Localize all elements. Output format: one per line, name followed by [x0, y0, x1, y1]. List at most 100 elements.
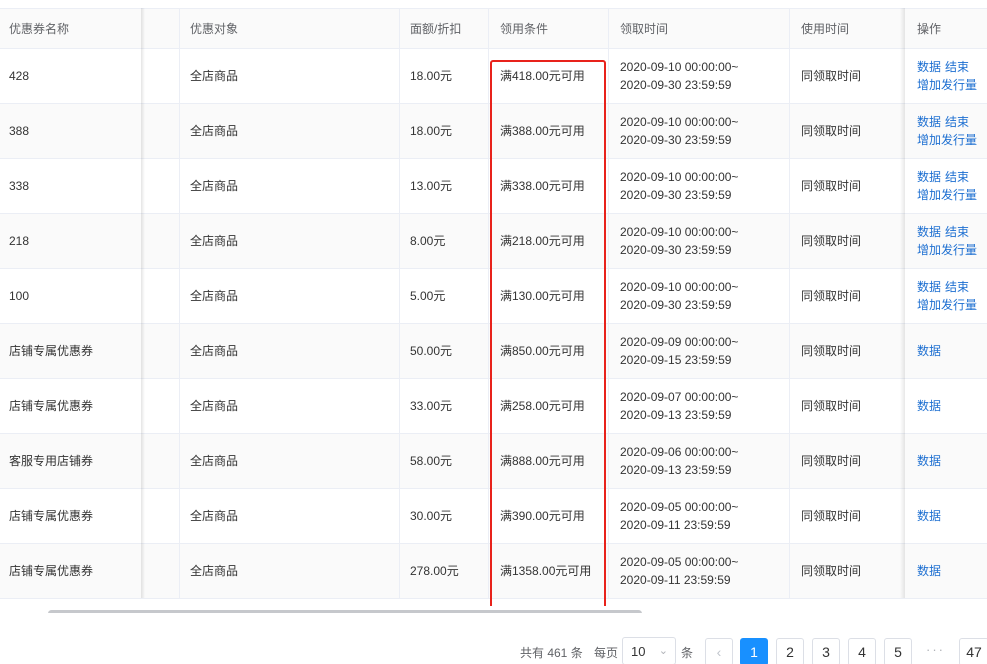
coupon-name: 428 [9, 69, 30, 83]
page-size-select[interactable]: 10 ⌄ [622, 637, 676, 664]
claim-time-end: 2020-09-30 23:59:59 [620, 298, 732, 312]
end-link[interactable]: 结束 [945, 115, 969, 129]
coupon-name: 218 [9, 234, 30, 248]
header-coupon-name: 优惠券名称 [9, 21, 70, 36]
coupon-condition-text: 满850.00元可用 [500, 344, 585, 358]
page-button-4[interactable]: 4 [848, 638, 876, 664]
data-link[interactable]: 数据 [917, 170, 941, 184]
claim-time-end: 2020-09-15 23:59:59 [620, 353, 732, 367]
row-actions: 数据 [906, 544, 987, 598]
coupon-target: 全店商品 [190, 234, 239, 248]
claim-time-end: 2020-09-30 23:59:59 [620, 78, 732, 92]
coupon-condition-text: 满338.00元可用 [500, 179, 585, 193]
use-time: 同领取时间 [801, 454, 862, 468]
horizontal-scrollbar[interactable] [0, 606, 987, 613]
pagination: 共有 461 条 每页 10 ⌄ 条 ‹ 1 2 3 4 5 ··· 47 [0, 636, 987, 664]
data-link[interactable]: 数据 [917, 509, 941, 523]
claim-time-end: 2020-09-13 23:59:59 [620, 463, 732, 477]
use-time: 同领取时间 [801, 69, 862, 83]
per-page-label: 每页 [594, 646, 619, 660]
table-row: 428 全店商品 18.00元 满418.00元可用 2020-09-10 00:00:… [0, 49, 987, 104]
data-link[interactable]: 数据 [917, 280, 941, 294]
header-amount: 面额/折扣 [410, 21, 462, 36]
coupon-target: 全店商品 [190, 399, 239, 413]
coupon-amount: 18.00元 [410, 124, 453, 138]
data-link[interactable]: 数据 [917, 115, 941, 129]
table-row: 218 全店商品 8.00元 满218.00元可用 2020-09-10 00:00:0… [0, 214, 987, 269]
action-links: 数据 结束增加发行量 [917, 223, 981, 259]
use-time: 同领取时间 [801, 564, 862, 578]
chevron-left-icon: ‹ [716, 644, 722, 660]
row-actions: 数据 结束增加发行量 [906, 49, 987, 103]
page-button-2[interactable]: 2 [776, 638, 804, 664]
row-actions: 数据 结束增加发行量 [906, 269, 987, 323]
coupon-target: 全店商品 [190, 344, 239, 358]
claim-time-start: 2020-09-05 00:00:00~ [620, 555, 739, 569]
end-link[interactable]: 结束 [945, 225, 969, 239]
row-actions: 数据 结束增加发行量 [906, 214, 987, 268]
coupon-condition-text: 满258.00元可用 [500, 399, 585, 413]
table-row: 店铺专属优惠券 全店商品 50.00元 满850.00元可用 2020-09-09 00… [0, 324, 987, 379]
claim-time-end: 2020-09-11 23:59:59 [620, 518, 731, 532]
claim-time: 2020-09-09 00:00:00~ 2020-09-15 23:59:59 [610, 324, 788, 378]
coupon-target: 全店商品 [190, 289, 239, 303]
data-link[interactable]: 数据 [917, 399, 941, 413]
coupon-name: 店铺专属优惠券 [9, 344, 94, 358]
data-link[interactable]: 数据 [917, 60, 941, 74]
row-actions: 数据 结束增加发行量 [906, 159, 987, 213]
end-link[interactable]: 结束 [945, 60, 969, 74]
coupon-condition: 满258.00元可用 [490, 379, 607, 433]
total-count: 共有 461 条 [520, 646, 583, 660]
coupon-amount: 33.00元 [410, 399, 453, 413]
add-issuance-link[interactable]: 增加发行量 [917, 133, 977, 147]
page-button-1[interactable]: 1 [740, 638, 768, 664]
coupon-condition: 满390.00元可用 [490, 489, 607, 543]
table-row: 店铺专属优惠券 全店商品 278.00元 满1358.00元可用 2020-09-05 … [0, 544, 987, 599]
coupon-condition-text: 满888.00元可用 [500, 454, 585, 468]
data-link[interactable]: 数据 [917, 564, 941, 578]
use-time: 同领取时间 [801, 289, 862, 303]
add-issuance-link[interactable]: 增加发行量 [917, 243, 977, 257]
column-divider [789, 8, 790, 598]
coupon-amount: 5.00元 [410, 289, 446, 303]
coupon-condition-text: 满390.00元可用 [500, 509, 585, 523]
coupon-condition: 满388.00元可用 [490, 104, 607, 158]
scrollbar-thumb[interactable] [48, 610, 642, 613]
action-links: 数据 结束增加发行量 [917, 168, 981, 204]
claim-time-end: 2020-09-30 23:59:59 [620, 243, 732, 257]
row-actions: 数据 [906, 379, 987, 433]
claim-time: 2020-09-10 00:00:00~ 2020-09-30 23:59:59 [610, 159, 788, 213]
fixed-column-shadow [900, 8, 905, 598]
add-issuance-link[interactable]: 增加发行量 [917, 298, 977, 312]
claim-time: 2020-09-05 00:00:00~ 2020-09-11 23:59:59 [610, 544, 788, 598]
coupon-condition-text: 满130.00元可用 [500, 289, 585, 303]
use-time: 同领取时间 [801, 179, 862, 193]
data-link[interactable]: 数据 [917, 454, 941, 468]
data-link[interactable]: 数据 [917, 225, 941, 239]
table-row: 店铺专属优惠券 全店商品 33.00元 满258.00元可用 2020-09-07 00… [0, 379, 987, 434]
add-issuance-link[interactable]: 增加发行量 [917, 188, 977, 202]
claim-time-start: 2020-09-07 00:00:00~ [620, 390, 739, 404]
coupon-target: 全店商品 [190, 124, 239, 138]
data-link[interactable]: 数据 [917, 344, 941, 358]
coupon-target: 全店商品 [190, 69, 239, 83]
page-button-last[interactable]: 47 [959, 638, 987, 664]
add-issuance-link[interactable]: 增加发行量 [917, 78, 977, 92]
end-link[interactable]: 结束 [945, 170, 969, 184]
end-link[interactable]: 结束 [945, 280, 969, 294]
column-divider [179, 8, 180, 598]
prev-page-button[interactable]: ‹ [705, 638, 733, 664]
coupon-amount: 30.00元 [410, 509, 453, 523]
action-links: 数据 [917, 507, 945, 525]
coupon-condition: 满888.00元可用 [490, 434, 607, 488]
page-button-5[interactable]: 5 [884, 638, 912, 664]
coupon-condition: 满218.00元可用 [490, 214, 607, 268]
claim-time-start: 2020-09-10 00:00:00~ [620, 115, 739, 129]
table-row: 客服专用店铺券 全店商品 58.00元 满888.00元可用 2020-09-06 00… [0, 434, 987, 489]
more-pages-ellipsis[interactable]: ··· [926, 642, 945, 657]
coupon-amount: 18.00元 [410, 69, 453, 83]
coupon-amount: 50.00元 [410, 344, 453, 358]
page-button-3[interactable]: 3 [812, 638, 840, 664]
claim-time-end: 2020-09-11 23:59:59 [620, 573, 731, 587]
page-size-value: 10 [631, 643, 646, 659]
